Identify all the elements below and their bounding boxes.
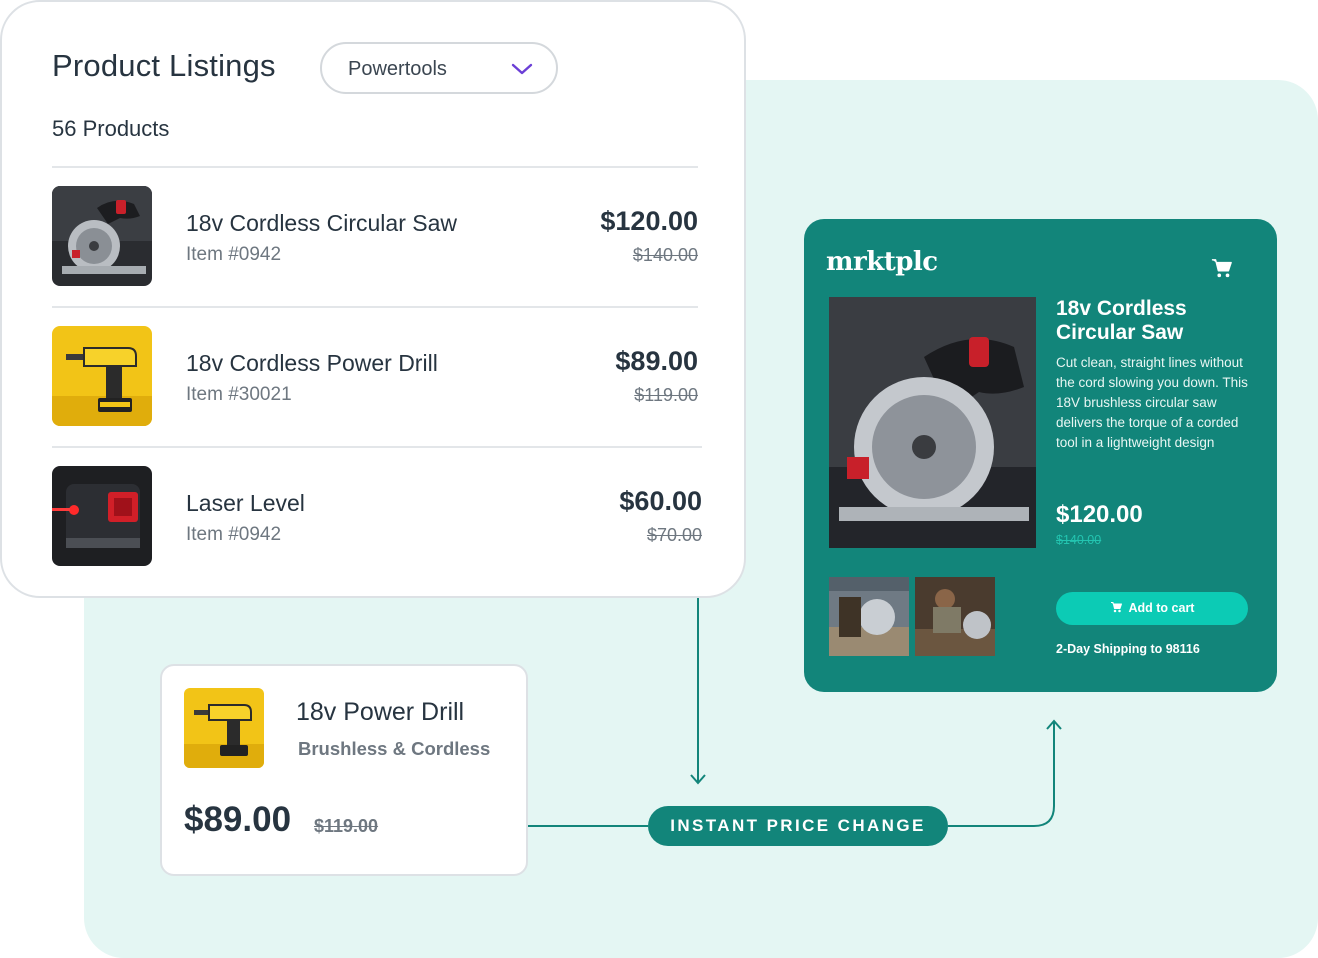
marketplace-product-card: mrktplc 18v Cordless Circular Saw Cut cl… xyxy=(804,219,1277,692)
product-name: 18v Cordless Circular Saw xyxy=(186,210,457,236)
product-old-price: $140.00 xyxy=(632,245,698,265)
laser-level-thumbnail xyxy=(52,466,152,566)
power-drill-thumbnail xyxy=(184,688,264,768)
shipping-info: 2-Day Shipping to 98116 xyxy=(1056,642,1200,656)
marketplace-price: $120.00 xyxy=(1056,501,1143,528)
product-price: $120.00 xyxy=(600,206,698,236)
circular-saw-main-image xyxy=(829,297,1036,548)
product-name: Laser Level xyxy=(186,490,305,516)
category-dropdown-value: Powertools xyxy=(348,58,447,80)
marketplace-product-description: Cut clean, straight lines without the co… xyxy=(1056,355,1248,450)
add-to-cart-button[interactable]: Add to cart xyxy=(1056,592,1248,625)
gallery-thumbnail[interactable] xyxy=(829,577,909,656)
chevron-down-icon xyxy=(511,63,533,75)
category-dropdown[interactable]: Powertools xyxy=(320,42,558,94)
price-update-card: 18v Power Drill Brushless & Cordless $89… xyxy=(160,664,528,876)
mini-price: $89.00 xyxy=(184,800,292,839)
product-item-number: Item #0942 xyxy=(186,244,282,265)
product-old-price: $119.00 xyxy=(634,385,698,405)
mini-product-subtitle: Brushless & Cordless xyxy=(298,738,491,759)
page-title: Product Listings xyxy=(52,48,276,83)
cart-icon xyxy=(1110,602,1122,613)
product-name: 18v Cordless Power Drill xyxy=(186,350,438,376)
marketplace-logo: mrktplc xyxy=(826,247,938,277)
power-drill-thumbnail xyxy=(52,326,152,426)
product-old-price: $70.00 xyxy=(646,525,702,545)
add-to-cart-label: Add to cart xyxy=(1128,601,1195,615)
cart-icon[interactable] xyxy=(1211,257,1233,279)
product-item-number: Item #0942 xyxy=(186,524,282,545)
product-listings-card: Product Listings Powertools 56 Products … xyxy=(0,0,746,598)
marketplace-product-title: 18v Cordless Circular Saw xyxy=(1056,297,1187,344)
mini-old-price: $119.00 xyxy=(314,816,379,836)
product-row-power-drill[interactable]: 18v Cordless Power Drill Item #30021 $89… xyxy=(52,306,698,446)
product-price: $89.00 xyxy=(615,346,698,376)
product-count: 56 Products xyxy=(52,116,170,141)
gallery-thumbnail[interactable] xyxy=(915,577,995,656)
product-item-number: Item #30021 xyxy=(186,384,292,405)
product-row-laser-level[interactable]: Laser Level Item #0942 $60.00 $70.00 xyxy=(52,446,702,586)
product-price: $60.00 xyxy=(619,486,702,516)
marketplace-old-price: $140.00 xyxy=(1056,533,1102,547)
instant-price-change-label: INSTANT PRICE CHANGE xyxy=(648,806,948,846)
mini-product-name: 18v Power Drill xyxy=(296,698,465,726)
circular-saw-thumbnail xyxy=(52,186,152,286)
product-row-circular-saw[interactable]: 18v Cordless Circular Saw Item #0942 $12… xyxy=(52,166,698,306)
